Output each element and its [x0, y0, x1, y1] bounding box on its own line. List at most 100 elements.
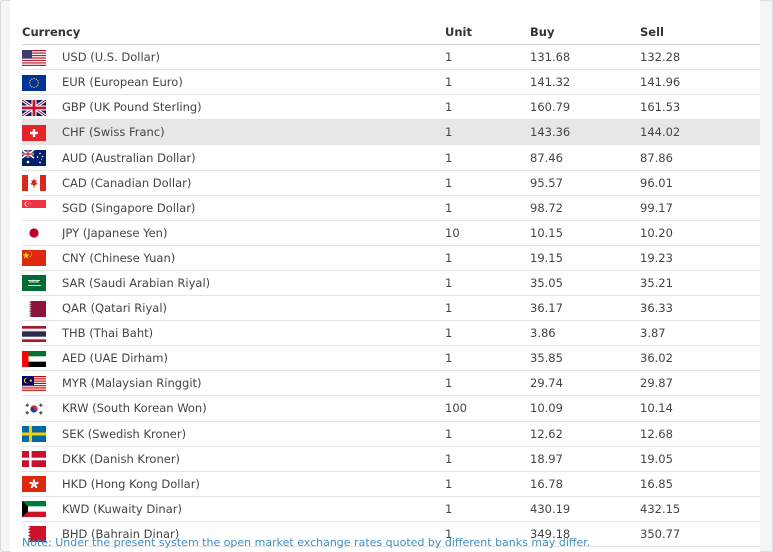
table-row: SEK (Swedish Kroner) 1 12.62 12.68: [22, 421, 760, 447]
currency-name-cell: CHF (Swiss Franc): [62, 119, 445, 146]
table-row: KRW (South Korean Won) 100 10.09 10.14: [22, 395, 760, 422]
unit-cell: 100: [445, 395, 530, 422]
currency-name-cell: JPY (Japanese Yen): [62, 220, 445, 246]
buy-rate-cell: 12.62: [530, 421, 640, 447]
jp-flag-icon: [22, 225, 62, 242]
currency-name-cell: THB (Thai Baht): [62, 320, 445, 347]
buy-rate-cell: 36.17: [530, 295, 640, 322]
table-row: THB (Thai Baht) 1 3.86 3.87: [22, 320, 760, 347]
buy-rate-cell: 160.79: [530, 94, 640, 121]
my-flag-icon: [22, 375, 62, 392]
currency-name-cell: CAD (Canadian Dollar): [62, 170, 445, 196]
buy-rate-cell: 19.15: [530, 245, 640, 271]
currency-name-cell: USD (U.S. Dollar): [62, 44, 445, 71]
qa-flag-icon: [22, 300, 62, 317]
buy-rate-cell: 3.86: [530, 320, 640, 347]
buy-rate-cell: 430.19: [530, 496, 640, 522]
table-row: AUD (Australian Dollar) 1 87.46 87.86: [22, 144, 760, 171]
sell-rate-cell: 432.15: [640, 496, 760, 522]
currency-name-cell: SAR (Saudi Arabian Riyal): [62, 270, 445, 297]
buy-rate-cell: 95.57: [530, 170, 640, 196]
cn-flag-icon: [22, 250, 62, 267]
column-header-unit: Unit: [445, 20, 530, 46]
unit-cell: 1: [445, 144, 530, 171]
footnote: Note: Under the present system the open …: [22, 536, 591, 549]
kw-flag-icon: [22, 501, 62, 518]
buy-rate-cell: 10.09: [530, 395, 640, 422]
table-row: CNY (Chinese Yuan) 1 19.15 19.23: [22, 245, 760, 271]
ch-flag-icon: [22, 124, 62, 141]
table-row: CAD (Canadian Dollar) 1 95.57 96.01: [22, 170, 760, 196]
unit-cell: 1: [445, 471, 530, 497]
currency-name-cell: GBP (UK Pound Sterling): [62, 94, 445, 121]
sell-rate-cell: 35.21: [640, 270, 760, 297]
unit-cell: 10: [445, 220, 530, 246]
currency-name-cell: SEK (Swedish Kroner): [62, 421, 445, 447]
unit-cell: 1: [445, 44, 530, 71]
table-row: QAR (Qatari Riyal) 1 36.17 36.33: [22, 295, 760, 322]
au-flag-icon: [22, 150, 62, 167]
unit-cell: 1: [445, 94, 530, 121]
sell-rate-cell: 16.85: [640, 471, 760, 497]
sell-rate-cell: 132.28: [640, 44, 760, 71]
sg-flag-icon: [22, 200, 62, 217]
th-flag-icon: [22, 325, 62, 342]
us-flag-icon: [22, 49, 62, 66]
unit-cell: 1: [445, 245, 530, 271]
exchange-rates-table: Currency Unit Buy Sell USD (U.S. Dollar)…: [22, 20, 760, 547]
sell-rate-cell: 19.05: [640, 446, 760, 472]
buy-rate-cell: 131.68: [530, 44, 640, 71]
gb-flag-icon: [22, 99, 62, 116]
dk-flag-icon: [22, 451, 62, 468]
unit-cell: 1: [445, 270, 530, 297]
buy-rate-cell: 87.46: [530, 144, 640, 171]
table-row: SAR (Saudi Arabian Riyal) 1 35.05 35.21: [22, 270, 760, 297]
currency-name-cell: KRW (South Korean Won): [62, 395, 445, 422]
buy-rate-cell: 10.15: [530, 220, 640, 246]
sell-rate-cell: 141.96: [640, 69, 760, 96]
currency-name-cell: DKK (Danish Kroner): [62, 446, 445, 472]
unit-cell: 1: [445, 119, 530, 146]
table-row: JPY (Japanese Yen) 10 10.15 10.20: [22, 220, 760, 246]
table-row: GBP (UK Pound Sterling) 1 160.79 161.53: [22, 94, 760, 121]
table-row: MYR (Malaysian Ringgit) 1 29.74 29.87: [22, 370, 760, 397]
table-row: DKK (Danish Kroner) 1 18.97 19.05: [22, 446, 760, 472]
buy-rate-cell: 16.78: [530, 471, 640, 497]
currency-name-cell: HKD (Hong Kong Dollar): [62, 471, 445, 497]
currency-name-cell: SGD (Singapore Dollar): [62, 195, 445, 221]
buy-rate-cell: 29.74: [530, 370, 640, 397]
hk-flag-icon: [22, 476, 62, 493]
sell-rate-cell: 36.02: [640, 345, 760, 372]
buy-rate-cell: 18.97: [530, 446, 640, 472]
table-row: USD (U.S. Dollar) 1 131.68 132.28: [22, 44, 760, 71]
kr-flag-icon: [22, 400, 62, 417]
currency-name-cell: QAR (Qatari Riyal): [62, 295, 445, 322]
unit-cell: 1: [445, 446, 530, 472]
table-row: AED (UAE Dirham) 1 35.85 36.02: [22, 345, 760, 372]
currency-name-cell: EUR (European Euro): [62, 69, 445, 96]
currency-name-cell: AED (UAE Dirham): [62, 345, 445, 372]
ca-flag-icon: [22, 175, 62, 192]
column-header-currency: Currency: [22, 20, 445, 46]
sell-rate-cell: 10.14: [640, 395, 760, 422]
sell-rate-cell: 99.17: [640, 195, 760, 221]
se-flag-icon: [22, 426, 62, 443]
sell-rate-cell: 19.23: [640, 245, 760, 271]
table-body: USD (U.S. Dollar) 1 131.68 132.28 EUR (Europ…: [22, 44, 760, 547]
unit-cell: 1: [445, 195, 530, 221]
sell-rate-cell: 29.87: [640, 370, 760, 397]
sell-rate-cell: 144.02: [640, 119, 760, 146]
buy-rate-cell: 35.85: [530, 345, 640, 372]
currency-name-cell: CNY (Chinese Yuan): [62, 245, 445, 271]
currency-name-cell: AUD (Australian Dollar): [62, 144, 445, 171]
table-row: EUR (European Euro) 1 141.32 141.96: [22, 69, 760, 96]
column-header-sell: Sell: [640, 20, 760, 46]
sell-rate-cell: 10.20: [640, 220, 760, 246]
unit-cell: 1: [445, 421, 530, 447]
table-row: KWD (Kuwaity Dinar) 1 430.19 432.15: [22, 496, 760, 522]
currency-name-cell: KWD (Kuwaity Dinar): [62, 496, 445, 522]
unit-cell: 1: [445, 496, 530, 522]
table-header-row: Currency Unit Buy Sell: [22, 20, 760, 46]
buy-rate-cell: 141.32: [530, 69, 640, 96]
unit-cell: 1: [445, 69, 530, 96]
